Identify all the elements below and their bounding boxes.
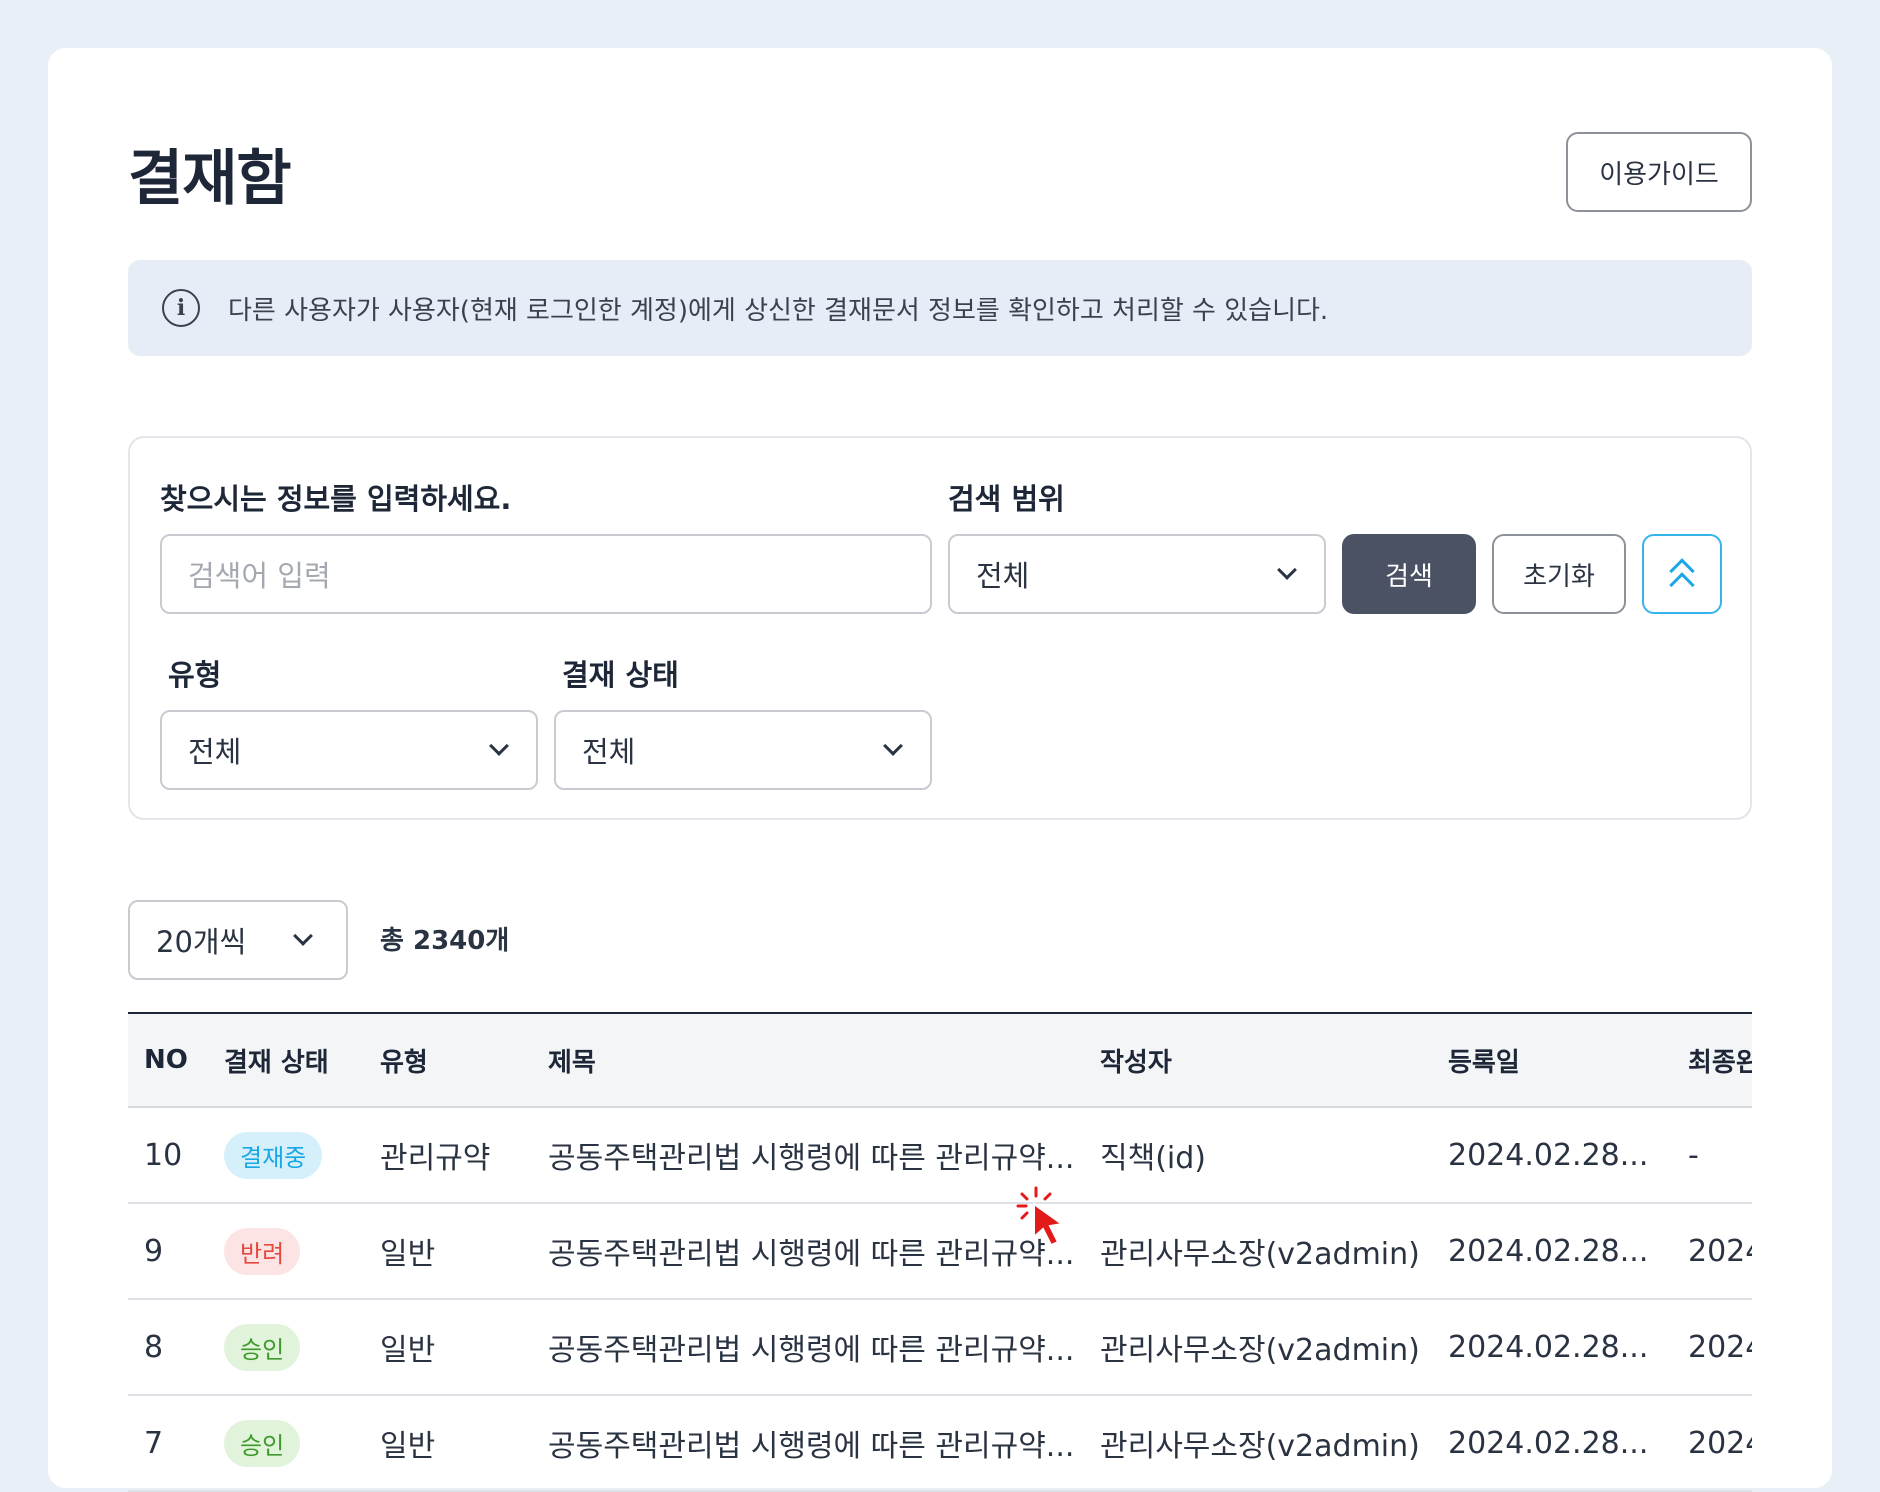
- status-badge: 승인: [224, 1323, 301, 1371]
- cell-final: 2024.02.28...: [1672, 1299, 1752, 1396]
- header-no: NO: [144, 1045, 188, 1075]
- status-select[interactable]: 전체: [554, 710, 932, 790]
- cell-final: -: [1672, 1107, 1752, 1204]
- cell-no: 10: [128, 1107, 208, 1204]
- chevron-down-icon: [489, 736, 509, 756]
- total-count: 총 2340개: [380, 926, 510, 956]
- table-row[interactable]: 10 결재중 관리규약 공동주택관리법 시행령에 따른 관리규약... 직책(i…: [128, 1107, 1752, 1204]
- collapse-button[interactable]: [1642, 534, 1722, 614]
- scope-select[interactable]: 전체: [948, 534, 1326, 614]
- table-row[interactable]: 9 반려 일반 공동주택관리법 시행령에 따른 관리규약... 관리사무소장(v…: [128, 1203, 1752, 1300]
- header-final: 최종완료일: [1688, 1047, 1752, 1078]
- chevron-down-icon: [293, 926, 313, 946]
- info-icon: i: [162, 289, 200, 327]
- cell-author: 관리사무소장(v2admin): [1084, 1395, 1432, 1492]
- cell-date: 2024.02.28...: [1432, 1203, 1672, 1300]
- cell-type: 일반: [364, 1395, 532, 1492]
- cell-author: 관리사무소장(v2admin): [1084, 1203, 1432, 1300]
- chevron-down-icon: [883, 736, 903, 756]
- cell-title[interactable]: 공동주택관리법 시행령에 따른 관리규약...: [532, 1203, 1084, 1300]
- cell-title[interactable]: 공동주택관리법 시행령에 따른 관리규약...: [532, 1299, 1084, 1396]
- type-select[interactable]: 전체: [160, 710, 538, 790]
- per-page-value: 20개씩: [156, 925, 247, 959]
- search-button[interactable]: 검색: [1342, 534, 1476, 614]
- cell-date: 2024.02.28...: [1432, 1395, 1672, 1492]
- cell-type: 관리규약: [364, 1107, 532, 1204]
- per-page-select[interactable]: 20개씩: [128, 900, 348, 980]
- cell-no: 8: [128, 1299, 208, 1396]
- cell-no: 9: [128, 1203, 208, 1300]
- reset-button[interactable]: 초기화: [1492, 534, 1626, 614]
- cell-final: 2024.02.28...: [1672, 1395, 1752, 1492]
- cell-type: 일반: [364, 1203, 532, 1300]
- cell-title[interactable]: 공동주택관리법 시행령에 따른 관리규약...: [532, 1395, 1084, 1492]
- search-panel: 찾으시는 정보를 입력하세요. 검색어 입력 검색 범위 전체 검색 초기화 유…: [128, 436, 1752, 820]
- approval-table: NO 결재 상태 유형 제목 작성자 등록일 최종완료일 10 결재중 관리규약…: [128, 1012, 1752, 1492]
- cell-type: 일반: [364, 1299, 532, 1396]
- click-cursor-icon: [1016, 1186, 1065, 1247]
- info-banner: i 다른 사용자가 사용자(현재 로그인한 계정)에게 상신한 결재문서 정보를…: [128, 260, 1752, 356]
- header-date: 등록일: [1448, 1047, 1520, 1078]
- table-header: NO 결재 상태 유형 제목 작성자 등록일 최종완료일: [128, 1013, 1752, 1107]
- header-type: 유형: [380, 1047, 428, 1078]
- cell-author: 직책(id): [1084, 1107, 1432, 1204]
- status-badge: 결재중: [224, 1131, 323, 1179]
- info-text: 다른 사용자가 사용자(현재 로그인한 계정)에게 상신한 결재문서 정보를 확…: [228, 295, 1329, 326]
- cell-date: 2024.02.28...: [1432, 1107, 1672, 1204]
- type-value: 전체: [188, 735, 242, 769]
- header-author: 작성자: [1100, 1047, 1172, 1078]
- page-title: 결재함: [128, 144, 292, 214]
- chevron-up-icon: [1669, 572, 1695, 598]
- type-label: 유형: [168, 658, 222, 692]
- header-title: 제목: [548, 1047, 596, 1078]
- scope-value: 전체: [976, 559, 1030, 593]
- status-label: 결재 상태: [562, 658, 679, 692]
- status-badge: 승인: [224, 1419, 301, 1467]
- cell-author: 관리사무소장(v2admin): [1084, 1299, 1432, 1396]
- cell-no: 7: [128, 1395, 208, 1492]
- chevron-down-icon: [1277, 560, 1297, 580]
- status-value: 전체: [582, 735, 636, 769]
- table-row[interactable]: 7 승인 일반 공동주택관리법 시행령에 따른 관리규약... 관리사무소장(v…: [128, 1395, 1752, 1492]
- guide-button[interactable]: 이용가이드: [1566, 132, 1752, 212]
- cell-title[interactable]: 공동주택관리법 시행령에 따른 관리규약...: [532, 1107, 1084, 1204]
- scope-label: 검색 범위: [948, 482, 1065, 516]
- cell-date: 2024.02.28...: [1432, 1299, 1672, 1396]
- header-status: 결재 상태: [224, 1047, 329, 1078]
- main-card: 결재함 이용가이드 i 다른 사용자가 사용자(현재 로그인한 계정)에게 상신…: [48, 48, 1832, 1492]
- cell-final: 2024.02.28...: [1672, 1203, 1752, 1300]
- search-input[interactable]: 검색어 입력: [160, 534, 932, 614]
- status-badge: 반려: [224, 1227, 301, 1275]
- keyword-label: 찾으시는 정보를 입력하세요.: [160, 482, 512, 516]
- table-row[interactable]: 8 승인 일반 공동주택관리법 시행령에 따른 관리규약... 관리사무소장(v…: [128, 1299, 1752, 1396]
